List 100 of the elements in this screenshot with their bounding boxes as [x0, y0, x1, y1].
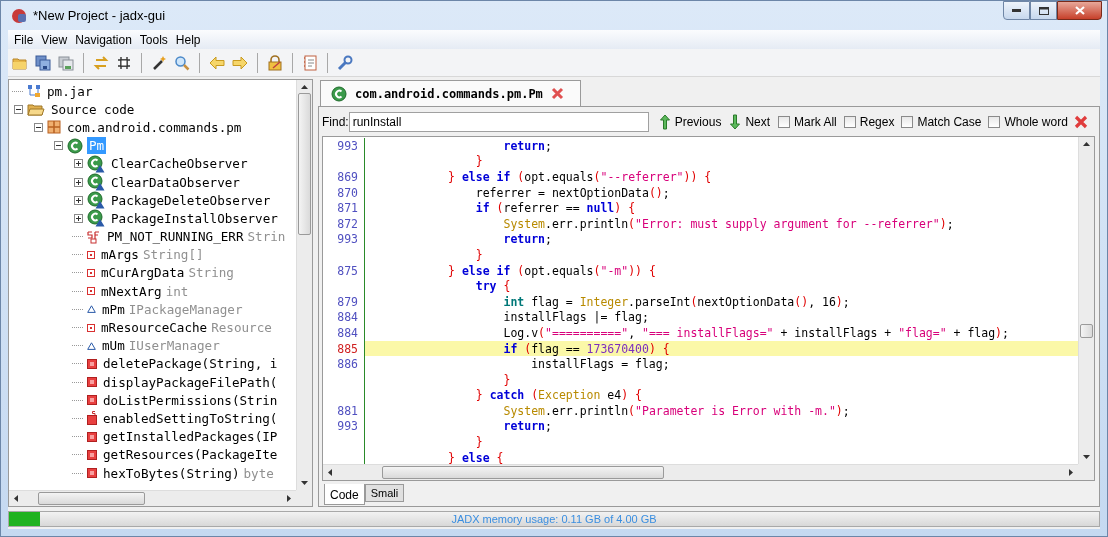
tree-item[interactable]: mUm	[100, 337, 127, 355]
code-line: Log.v("==========", "=== installFlags=" + installFlags + "flag=" + flag);	[502, 325, 1009, 340]
hierarchy-icon	[27, 84, 41, 99]
scrollbar[interactable]	[9, 490, 296, 506]
type-label: IPackageManager	[128, 301, 243, 317]
code-line: return;	[502, 419, 552, 434]
collapse-toggle[interactable]	[34, 122, 43, 132]
tree-item[interactable]: doListPermissions(Strin	[101, 391, 280, 409]
tree-item[interactable]: PM_NOT_RUNNING_ERR	[105, 228, 246, 246]
line-number: 884	[337, 325, 358, 340]
scrollbar-thumb[interactable]	[382, 466, 664, 479]
search-icon[interactable]	[174, 54, 190, 71]
grid-icon[interactable]	[116, 54, 132, 71]
down-arrow-icon[interactable]	[301, 481, 308, 485]
menu-item[interactable]: View	[37, 32, 72, 47]
field-icon	[87, 229, 101, 244]
scrollbar[interactable]	[296, 80, 312, 490]
tree-item[interactable]: mPm	[100, 300, 127, 318]
line-number: 993	[337, 419, 358, 434]
collapse-toggle[interactable]	[14, 104, 23, 114]
checkbox[interactable]: Regex	[842, 115, 896, 129]
up-arrow-icon[interactable]	[1083, 142, 1090, 146]
code-line: }	[474, 154, 483, 169]
expand-toggle[interactable]	[74, 213, 83, 223]
code-line: referrer = nextOptionData();	[474, 185, 670, 200]
editor-tab[interactable]: com.android.commands.pm.Pm	[320, 80, 581, 106]
triangle-icon	[87, 341, 96, 350]
menu-item[interactable]: Navigation	[71, 32, 136, 47]
tab-label: com.android.commands.pm.Pm	[355, 86, 543, 101]
minimize-button[interactable]	[1003, 1, 1030, 20]
next-button[interactable]: Next	[728, 114, 773, 130]
tree-item[interactable]: mNextArg	[99, 282, 164, 300]
tree-item[interactable]: mArgs	[99, 246, 141, 264]
maximize-button[interactable]	[1030, 1, 1057, 20]
close-icon[interactable]	[1073, 115, 1088, 129]
line-number: 881	[337, 403, 358, 418]
collapse-toggle[interactable]	[54, 141, 63, 151]
code-line: } else if (opt.equals("-m")) {	[447, 263, 656, 278]
tree-item[interactable]: com.android.commands.pm	[65, 118, 244, 136]
code-line: if (flag == 173670400) {	[502, 341, 670, 356]
lock-icon[interactable]	[267, 54, 283, 71]
tree-item[interactable]: displayPackageFilePath(	[101, 373, 280, 391]
menu-item[interactable]: Help	[171, 32, 205, 47]
right-arrow-icon[interactable]	[1069, 469, 1073, 476]
tree-item[interactable]: ClearDataObserver	[109, 173, 242, 191]
line-number: 872	[337, 216, 358, 231]
checkbox[interactable]: Match Case	[900, 115, 983, 129]
tree-item[interactable]: mCurArgData	[99, 264, 187, 282]
checkbox[interactable]: Mark All	[777, 115, 838, 129]
type-label: byte	[243, 465, 274, 481]
tree-item[interactable]: enabledSettingToString(	[101, 409, 280, 427]
square-icon	[87, 468, 97, 479]
expand-toggle[interactable]	[74, 159, 83, 169]
tree-item[interactable]: pm.jar	[45, 82, 95, 100]
line-number: 884	[337, 310, 358, 325]
scrollbar[interactable]	[323, 464, 1078, 480]
down-arrow-icon[interactable]	[1083, 455, 1090, 459]
expand-toggle[interactable]	[74, 177, 83, 187]
right-arrow-icon[interactable]	[287, 495, 291, 502]
left-arrow-icon[interactable]	[328, 469, 332, 476]
code-line: return;	[502, 232, 552, 247]
view-tab[interactable]: Code	[324, 484, 365, 505]
tree-item[interactable]: PackageDeleteObserver	[109, 191, 273, 209]
wand-icon[interactable]	[151, 54, 167, 71]
line-number: 993	[337, 232, 358, 247]
line-number: 885	[337, 341, 358, 356]
menu-item[interactable]: File	[10, 32, 38, 47]
left-arrow-icon[interactable]	[14, 495, 18, 502]
disk-icon[interactable]	[58, 54, 74, 71]
line-number: 869	[337, 170, 358, 184]
close-icon[interactable]	[550, 87, 564, 100]
close-button[interactable]	[1057, 1, 1102, 20]
view-tab[interactable]: Smali	[364, 484, 405, 502]
wrench-icon[interactable]	[337, 54, 353, 71]
tree-item[interactable]: ClearCacheObserver	[109, 155, 250, 173]
scrollbar-thumb[interactable]	[38, 492, 145, 505]
expand-toggle[interactable]	[74, 195, 83, 205]
square-icon	[87, 395, 97, 406]
previous-button[interactable]: Previous	[657, 114, 724, 130]
tree-item[interactable]: deletePackage(String, i	[101, 355, 280, 373]
scrollbar[interactable]	[1078, 137, 1094, 464]
checkbox[interactable]: Whole word	[987, 115, 1069, 129]
notebook-icon[interactable]	[302, 54, 318, 71]
square-icon	[87, 268, 95, 277]
find-field[interactable]: runInstall	[348, 112, 649, 132]
tree-item[interactable]: Source code	[49, 100, 137, 118]
up-arrow-icon[interactable]	[301, 85, 308, 89]
tree-item[interactable]: hexToBytes(String)	[101, 464, 242, 482]
tree-item[interactable]: getInstalledPackages(IP	[101, 428, 280, 446]
tree-item[interactable]: getResources(PackageIte	[101, 446, 280, 464]
scrollbar-thumb[interactable]	[298, 93, 311, 235]
tree-item[interactable]: mResourceCache	[99, 319, 210, 337]
tree-item[interactable]: PackageInstallObserver	[109, 209, 280, 227]
circle-c-icon	[331, 85, 347, 102]
scrollbar-thumb[interactable]	[1080, 324, 1093, 338]
disks-icon[interactable]	[35, 54, 51, 71]
menu-item[interactable]: Tools	[135, 32, 172, 47]
square-icon	[87, 287, 95, 296]
code-line: installFlags = flag;	[530, 357, 670, 372]
memory-usage-text: JADX memory usage: 0.11 GB of 4.00 GB	[451, 511, 657, 526]
